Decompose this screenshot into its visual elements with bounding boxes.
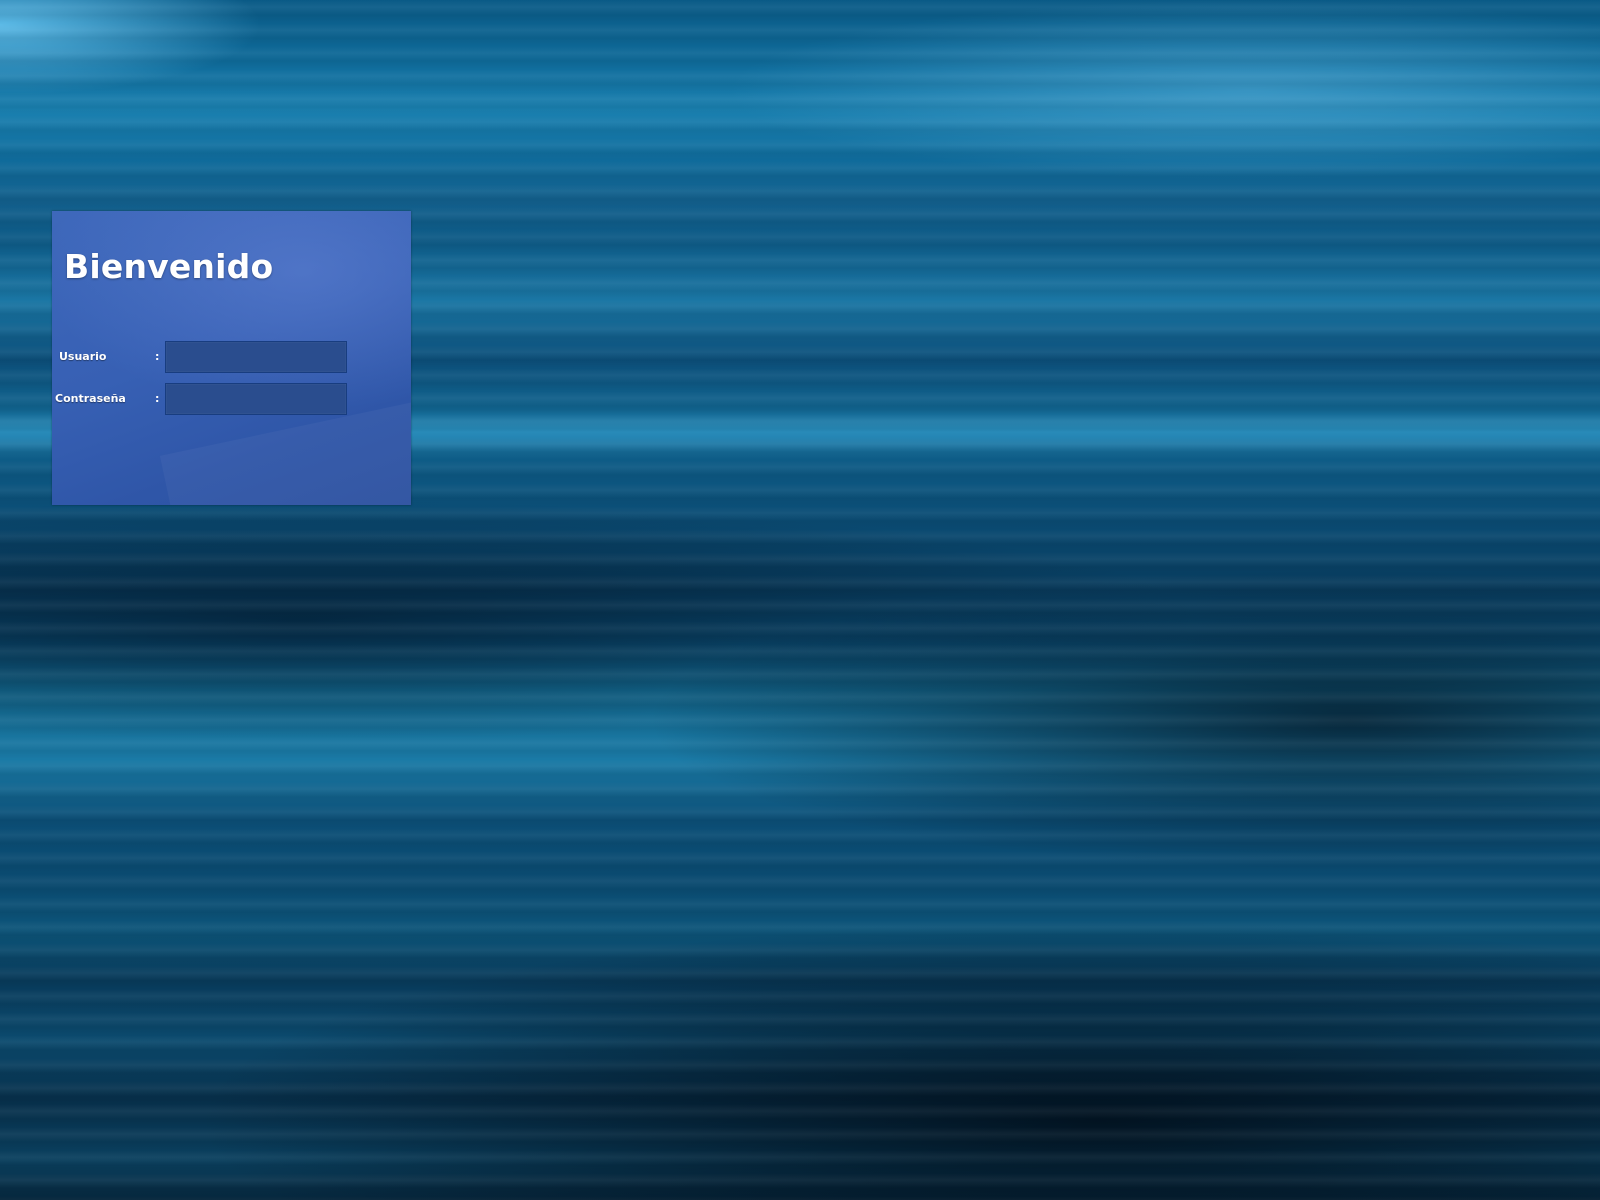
username-label: Usuario bbox=[59, 350, 107, 363]
background-streaks bbox=[0, 0, 1600, 1200]
login-panel: Bienvenido Usuario : Contraseña : bbox=[52, 211, 411, 505]
password-separator: : bbox=[155, 392, 160, 405]
username-separator: : bbox=[155, 350, 160, 363]
welcome-title: Bienvenido bbox=[64, 247, 274, 286]
password-input[interactable] bbox=[165, 383, 347, 415]
password-label: Contraseña bbox=[55, 392, 126, 405]
username-input[interactable] bbox=[165, 341, 347, 373]
